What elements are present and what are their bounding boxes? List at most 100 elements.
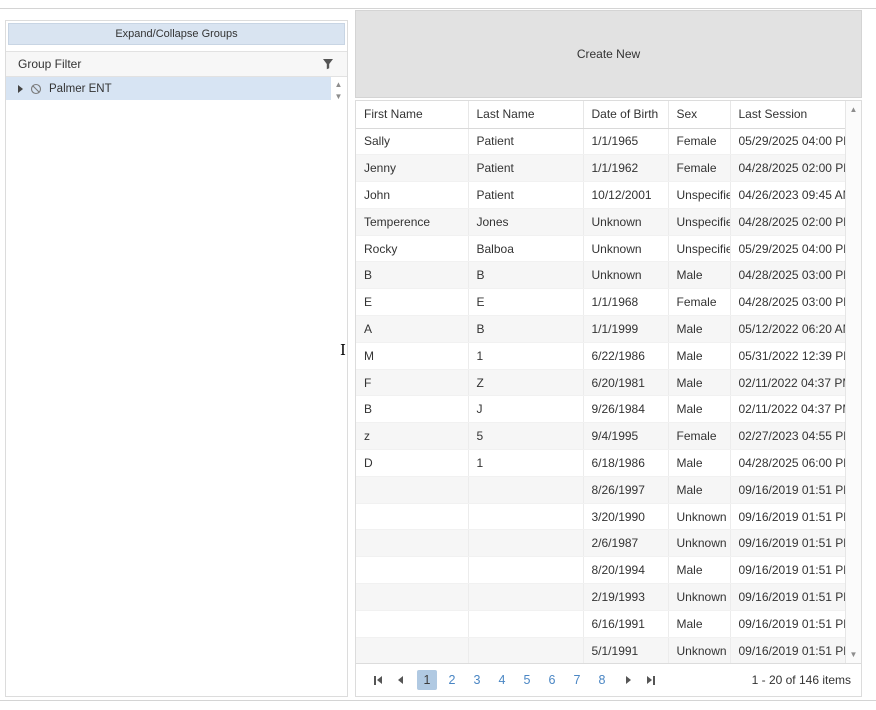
table-cell [356, 637, 468, 663]
table-body: SallyPatient1/1/1965Female05/29/2025 04:… [356, 128, 845, 663]
pager-first-button[interactable] [366, 670, 390, 690]
table-cell: 8/20/1994 [583, 557, 668, 584]
last-page-icon [647, 676, 652, 684]
pager-next-button[interactable] [618, 670, 639, 690]
column-header[interactable]: Last Name [468, 101, 583, 128]
table-cell: Unknown [583, 208, 668, 235]
table-cell: 04/26/2023 09:45 AM [730, 182, 845, 209]
table-row[interactable]: D16/18/1986Male04/28/2025 06:00 PM [356, 450, 845, 477]
table-row[interactable]: SallyPatient1/1/1965Female05/29/2025 04:… [356, 128, 845, 155]
table-cell: 09/16/2019 01:51 PM [730, 584, 845, 611]
table-cell [468, 530, 583, 557]
table-cell: Female [668, 289, 730, 316]
table-row[interactable]: 6/16/1991Male09/16/2019 01:51 PM [356, 610, 845, 637]
table-cell: Unspecified [668, 235, 730, 262]
table-row[interactable]: 8/20/1994Male09/16/2019 01:51 PM [356, 557, 845, 584]
table-row[interactable]: AB1/1/1999Male05/12/2022 06:20 AM [356, 316, 845, 343]
table-cell: 05/31/2022 12:39 PM [730, 342, 845, 369]
pager-page-4[interactable]: 4 [492, 670, 512, 690]
table-cell: Unknown [583, 262, 668, 289]
scroll-up-arrow[interactable]: ▲ [850, 105, 858, 114]
table-cell: Rocky [356, 235, 468, 262]
table-row[interactable]: JohnPatient10/12/2001Unspecified04/26/20… [356, 182, 845, 209]
table-row[interactable]: BJ9/26/1984Male02/11/2022 04:37 PM [356, 396, 845, 423]
table-cell: Male [668, 369, 730, 396]
table-cell: 09/16/2019 01:51 PM [730, 530, 845, 557]
scroll-down-arrow[interactable]: ▼ [335, 92, 343, 101]
pager-page-8[interactable]: 8 [592, 670, 612, 690]
table-cell: 09/16/2019 01:51 PM [730, 503, 845, 530]
pager-page-6[interactable]: 6 [542, 670, 562, 690]
patient-table: First NameLast NameDate of BirthSexLast … [356, 101, 845, 663]
table-cell: 09/16/2019 01:51 PM [730, 637, 845, 663]
table-row[interactable]: EE1/1/1968Female04/28/2025 03:00 PM [356, 289, 845, 316]
table-row[interactable]: 3/20/1990Unknown09/16/2019 01:51 PM [356, 503, 845, 530]
column-header[interactable]: Date of Birth [583, 101, 668, 128]
table-cell: 04/28/2025 03:00 PM [730, 262, 845, 289]
filter-funnel-icon[interactable] [321, 57, 335, 71]
table-cell [356, 610, 468, 637]
table-cell: 04/28/2025 02:00 PM [730, 208, 845, 235]
table-cell: Z [468, 369, 583, 396]
expand-collapse-groups-button[interactable]: Expand/Collapse Groups [8, 23, 345, 45]
table-cell [356, 530, 468, 557]
table-cell [468, 503, 583, 530]
pager-page-1[interactable]: 1 [417, 670, 437, 690]
table-row[interactable]: RockyBalboaUnknownUnspecified05/29/2025 … [356, 235, 845, 262]
pager-page-2[interactable]: 2 [442, 670, 462, 690]
table-cell: Patient [468, 182, 583, 209]
create-new-button[interactable]: Create New [355, 10, 862, 98]
table-cell: 02/11/2022 04:37 PM [730, 369, 845, 396]
pager-page-3[interactable]: 3 [467, 670, 487, 690]
table-cell: 02/11/2022 04:37 PM [730, 396, 845, 423]
table-row[interactable]: JennyPatient1/1/1962Female04/28/2025 02:… [356, 155, 845, 182]
window-top-border [0, 8, 876, 9]
table-row[interactable]: 8/26/1997Male09/16/2019 01:51 PM [356, 476, 845, 503]
table-row[interactable]: z59/4/1995Female02/27/2023 04:55 PM [356, 423, 845, 450]
tree-item-palmer-ent[interactable]: Palmer ENT [6, 77, 331, 100]
table-cell: J [468, 396, 583, 423]
group-filter-row[interactable]: Group Filter [6, 51, 347, 77]
pager-prev-button[interactable] [390, 670, 411, 690]
table-row[interactable]: 2/6/1987Unknown09/16/2019 01:51 PM [356, 530, 845, 557]
table-cell: Patient [468, 128, 583, 155]
table-cell: 1/1/1962 [583, 155, 668, 182]
table-cell: 02/27/2023 04:55 PM [730, 423, 845, 450]
table-cell: Unknown [668, 530, 730, 557]
table-cell [468, 637, 583, 663]
column-header[interactable]: Sex [668, 101, 730, 128]
table-cell [468, 584, 583, 611]
pager-last-button[interactable] [639, 670, 663, 690]
patients-panel: Create New First NameLast NameDate of Bi… [355, 10, 862, 697]
pager: 12345678 1 - 20 of 146 items [355, 664, 862, 697]
table-row[interactable]: 2/19/1993Unknown09/16/2019 01:51 PM [356, 584, 845, 611]
pager-nav: 12345678 [366, 670, 663, 690]
pager-page-5[interactable]: 5 [517, 670, 537, 690]
table-cell: B [356, 396, 468, 423]
table-row[interactable]: 5/1/1991Unknown09/16/2019 01:51 PM [356, 637, 845, 663]
table-cell: 09/16/2019 01:51 PM [730, 476, 845, 503]
column-header[interactable]: First Name [356, 101, 468, 128]
tree-scrollbar[interactable]: ▲ ▼ [331, 77, 346, 105]
groups-panel: Expand/Collapse Groups Group Filter Palm… [5, 20, 348, 697]
table-cell: Unknown [583, 235, 668, 262]
table-cell: 1 [468, 342, 583, 369]
table-cell: E [468, 289, 583, 316]
table-row[interactable]: BBUnknownMale04/28/2025 03:00 PM [356, 262, 845, 289]
expander-icon[interactable] [18, 85, 23, 93]
table-cell: 05/29/2025 04:00 PM [730, 128, 845, 155]
table-row[interactable]: M16/22/1986Male05/31/2022 12:39 PM [356, 342, 845, 369]
table-cell: 3/20/1990 [583, 503, 668, 530]
scroll-up-arrow[interactable]: ▲ [335, 80, 343, 89]
table-cell: 6/18/1986 [583, 450, 668, 477]
column-header[interactable]: Last Session [730, 101, 845, 128]
pager-page-7[interactable]: 7 [567, 670, 587, 690]
table-cell [356, 503, 468, 530]
pager-pages: 12345678 [417, 670, 612, 690]
table-scrollbar[interactable]: ▲ ▼ [845, 101, 861, 663]
table-row[interactable]: TemperenceJonesUnknownUnspecified04/28/2… [356, 208, 845, 235]
table-cell: Male [668, 557, 730, 584]
table-cell: Male [668, 262, 730, 289]
scroll-down-arrow[interactable]: ▼ [850, 650, 858, 659]
table-row[interactable]: FZ6/20/1981Male02/11/2022 04:37 PM [356, 369, 845, 396]
